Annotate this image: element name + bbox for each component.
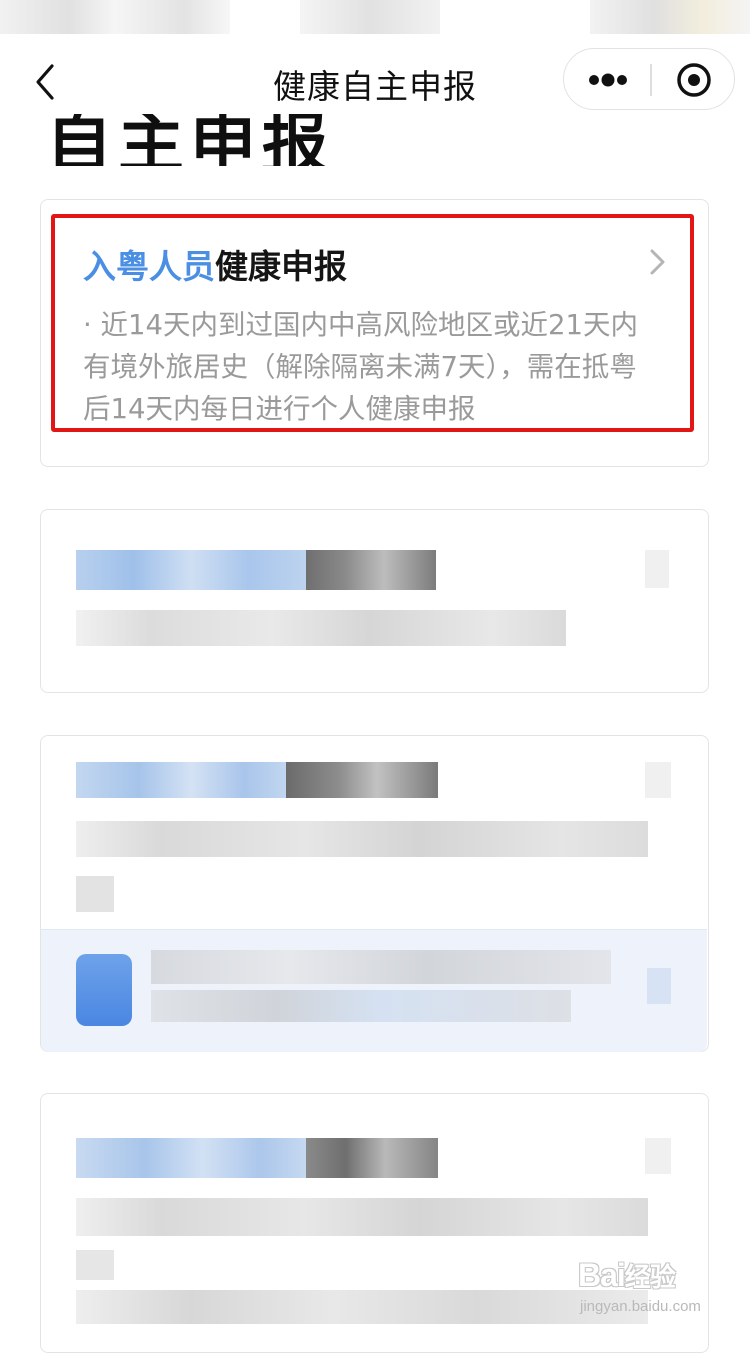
notice-bar[interactable] — [41, 929, 707, 1052]
blurred-card-text — [76, 821, 648, 857]
declaration-card-blurred[interactable] — [40, 509, 709, 693]
blurred-card-title — [76, 550, 306, 590]
declaration-card-blurred[interactable] — [40, 735, 709, 1052]
section-heading: 自主申报 — [46, 114, 334, 166]
blurred-card-title — [76, 762, 286, 798]
more-dots-icon — [589, 73, 627, 87]
status-bar — [0, 0, 750, 38]
chevron-right-icon — [647, 248, 667, 276]
card-description: · 近14天内到过国内中高风险地区或近21天内有境外旅居史（解除隔离未满7天），… — [83, 309, 638, 425]
declaration-card-guangdong[interactable]: 入粤人员健康申报 · 近14天内到过国内中高风险地区或近21天内有境外旅居史（解… — [40, 199, 709, 467]
capsule-divider — [650, 64, 652, 96]
card-title-rest: 健康申报 — [215, 247, 347, 286]
blurred-card-title — [76, 1138, 306, 1178]
card-title-highlight: 入粤人员 — [83, 247, 215, 286]
blurred-card-text — [76, 610, 566, 646]
declaration-card-blurred[interactable] — [40, 1093, 709, 1353]
blurred-notice-icon — [76, 954, 132, 1026]
close-button[interactable] — [664, 58, 724, 102]
blurred-notice-text — [151, 950, 611, 984]
card-title: 入粤人员健康申报 — [83, 240, 347, 288]
mini-program-capsule — [563, 48, 735, 110]
target-close-icon — [677, 63, 711, 97]
blurred-card-text — [76, 1198, 648, 1236]
nav-bar: 健康自主申报 — [0, 38, 750, 124]
more-button[interactable] — [578, 58, 638, 102]
